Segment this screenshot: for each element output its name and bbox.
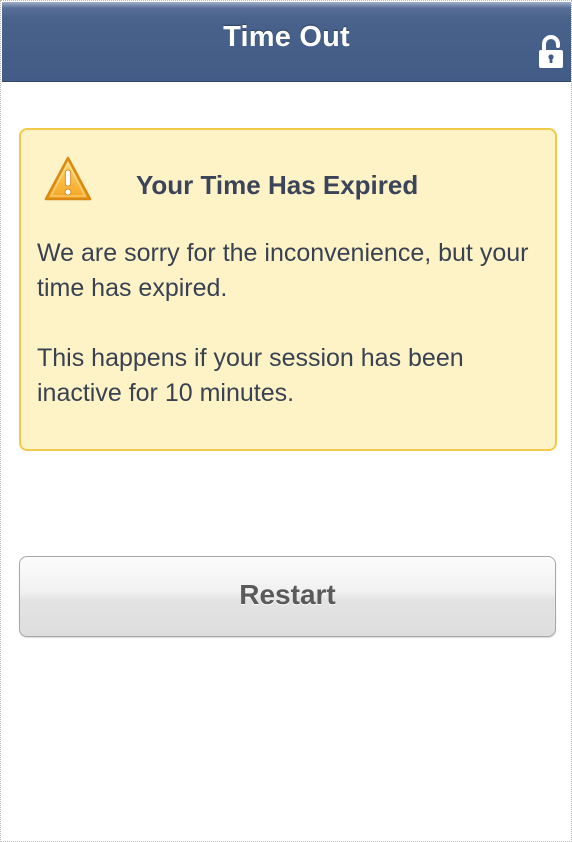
header-bar: Time Out xyxy=(2,2,571,82)
page-title: Time Out xyxy=(223,21,350,53)
alert-box: Your Time Has Expired We are sorry for t… xyxy=(19,128,557,451)
page-frame: Time Out Your Time Has Expired We are so… xyxy=(0,0,572,842)
warning-icon xyxy=(44,156,92,201)
alert-detail: This happens if your session has been in… xyxy=(37,344,464,407)
restart-button-label: Restart xyxy=(239,579,336,610)
lock-icon[interactable] xyxy=(537,34,565,70)
alert-message: We are sorry for the inconvenience, but … xyxy=(37,239,529,302)
alert-title: Your Time Has Expired xyxy=(136,170,419,200)
restart-button[interactable]: Restart xyxy=(19,556,556,637)
